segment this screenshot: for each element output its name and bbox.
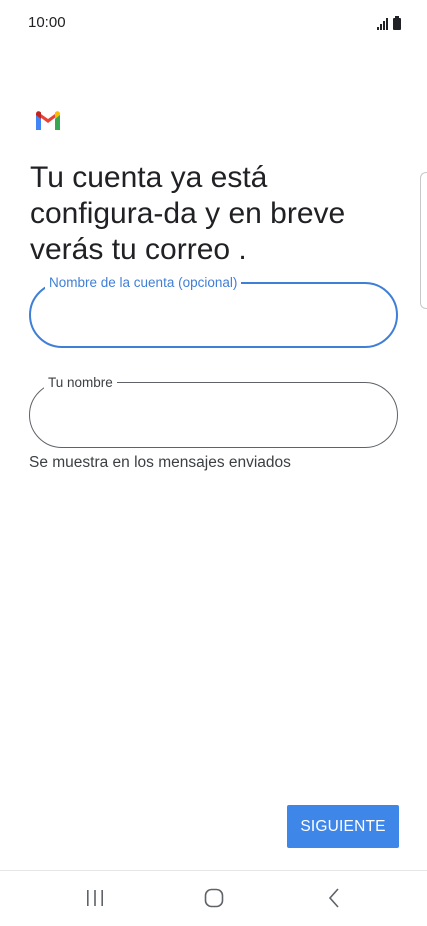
- home-icon: [204, 888, 224, 908]
- status-icons: [377, 14, 401, 30]
- next-button[interactable]: SIGUIENTE: [287, 805, 399, 848]
- account-name-field[interactable]: Nombre de la cuenta (opcional): [29, 274, 398, 348]
- recents-icon: [87, 890, 103, 906]
- back-icon: [328, 888, 339, 908]
- edge-panel-handle[interactable]: [420, 172, 427, 309]
- signal-icon: [377, 18, 388, 30]
- gmail-logo-icon: [36, 111, 60, 130]
- navigation-bar: [0, 871, 427, 926]
- account-name-input[interactable]: [51, 302, 375, 332]
- account-name-label: Nombre de la cuenta (opcional): [45, 274, 242, 292]
- your-name-field[interactable]: Tu nombre: [29, 374, 398, 448]
- your-name-label: Tu nombre: [44, 374, 117, 392]
- status-time: 10:00: [28, 14, 66, 31]
- recents-button[interactable]: [73, 883, 117, 913]
- back-button[interactable]: [312, 883, 356, 913]
- your-name-helper-text: Se muestra en los mensajes enviados: [29, 454, 291, 471]
- page-title: Tu cuenta ya está configura-da y en brev…: [30, 161, 346, 266]
- home-button[interactable]: [192, 883, 236, 913]
- your-name-input[interactable]: [50, 401, 374, 431]
- status-bar: 10:00: [0, 0, 427, 48]
- battery-icon: [393, 16, 401, 30]
